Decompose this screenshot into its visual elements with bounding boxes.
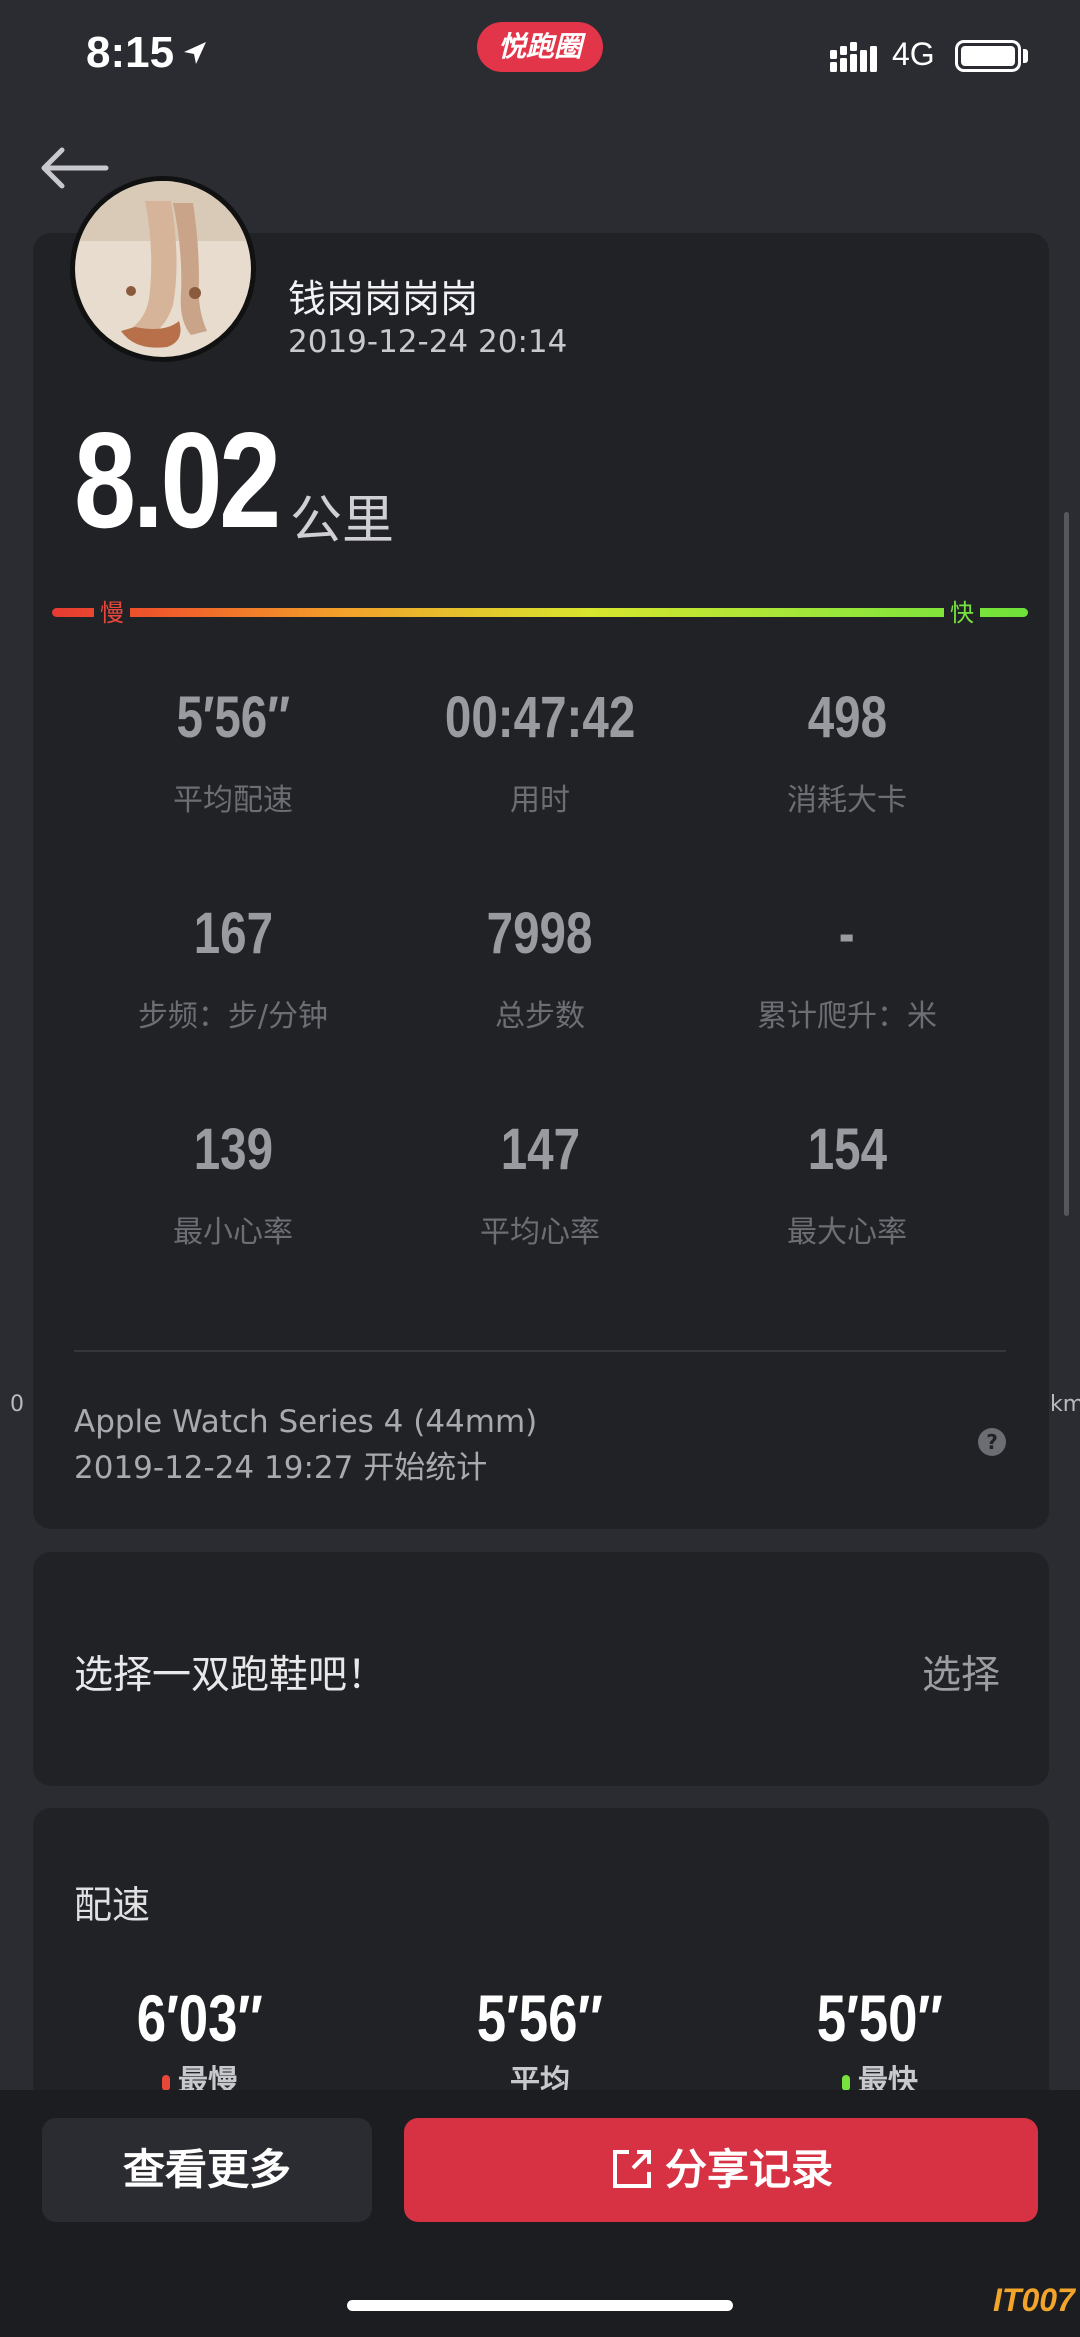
battery-tip [1023,49,1028,63]
stat-label: 消耗大卡 [787,783,907,818]
stat-value: 154 [807,1117,887,1182]
stat-label: 最小心率 [173,1215,293,1250]
stat-duration: 00:47:42 用时 [387,684,693,819]
stat-value: - [839,901,855,966]
watermark-logo: IT007 [993,2282,1075,2318]
run-date: 2019-12-24 20:14 [288,324,568,360]
pace-value: 5′56″ [476,1981,604,2055]
stat-value: 498 [807,685,887,750]
edge-label-left: 0 [10,1392,24,1417]
stat-label: 累计爬升：米 [757,999,937,1034]
stat-value: 7998 [487,901,593,966]
share-record-label: 分享记录 [664,2145,833,2194]
stat-value: 00:47:42 [444,685,636,750]
shoe-prompt: 选择一双跑鞋吧！ [74,1653,387,1698]
stat-label: 用时 [510,783,570,818]
share-icon [612,2149,651,2188]
pace-average: 5′56″ 平均 [390,1980,690,2100]
stat-value: 139 [193,1117,273,1182]
stat-cadence: 167 步频：步/分钟 [80,900,386,1035]
avatar[interactable] [70,176,256,362]
pace-title: 配速 [74,1883,151,1927]
device-start-time: 2019-12-24 19:27 开始统计 [74,1450,488,1486]
divider [74,1350,1006,1352]
stat-total-steps: 7998 总步数 [387,900,693,1035]
help-icon[interactable]: ? [978,1428,1006,1456]
stat-avg-pace: 5′56′′ 平均配速 [80,684,386,819]
stat-label: 最大心率 [787,1215,907,1250]
user-name: 钱岗岗岗岗 [288,277,479,321]
stat-value: 147 [500,1117,580,1182]
stat-value: 5′56′′ [176,685,290,750]
avatar-image [75,181,251,357]
home-indicator[interactable] [347,2300,733,2311]
battery-icon [955,40,1021,72]
status-bar: 8:15 悦跑圈 4G [0,0,1080,120]
signal-icon [830,42,877,72]
stat-value: 167 [193,901,273,966]
network-type: 4G [892,36,935,72]
speed-fast-label: 快 [944,600,980,626]
stat-avg-heart-rate: 147 平均心率 [387,1116,693,1251]
speed-slow-label: 慢 [94,600,130,626]
back-arrow-icon[interactable] [36,142,112,194]
speed-gradient-bar: 慢 快 [52,600,1028,626]
stat-label: 平均配速 [173,783,293,818]
fast-dot-icon [842,2074,850,2091]
stat-elevation-gain: - 累计爬升：米 [694,900,1000,1035]
view-more-button[interactable]: 查看更多 [42,2118,372,2222]
shoe-select-button[interactable]: 选择 [922,1644,1000,1700]
pace-fastest: 5′50″ 最快 [730,1980,1030,2100]
distance-value: 8.02 [74,404,281,556]
stat-label: 平均心率 [480,1215,600,1250]
stat-calories: 498 消耗大卡 [694,684,1000,819]
location-arrow-icon [184,42,206,64]
pace-slowest: 6′03″ 最慢 [50,1980,350,2100]
app-badge: 悦跑圈 [477,22,603,72]
distance-unit: 公里 [290,491,395,551]
speed-gradient-track [52,608,1028,617]
status-time: 8:15 [86,28,175,77]
stat-min-heart-rate: 139 最小心率 [80,1116,386,1251]
slow-dot-icon [162,2074,170,2091]
pace-value: 6′03″ [136,1981,264,2055]
stat-max-heart-rate: 154 最大心率 [694,1116,1000,1251]
edge-label-right: km [1050,1392,1080,1417]
scroll-indicator[interactable] [1064,512,1069,1216]
pace-value: 5′50″ [816,1981,944,2055]
share-record-button[interactable]: 分享记录 [404,2118,1038,2222]
device-name: Apple Watch Series 4 (44mm) [74,1404,538,1440]
stat-label: 步频：步/分钟 [137,999,329,1034]
stat-label: 总步数 [495,999,585,1034]
